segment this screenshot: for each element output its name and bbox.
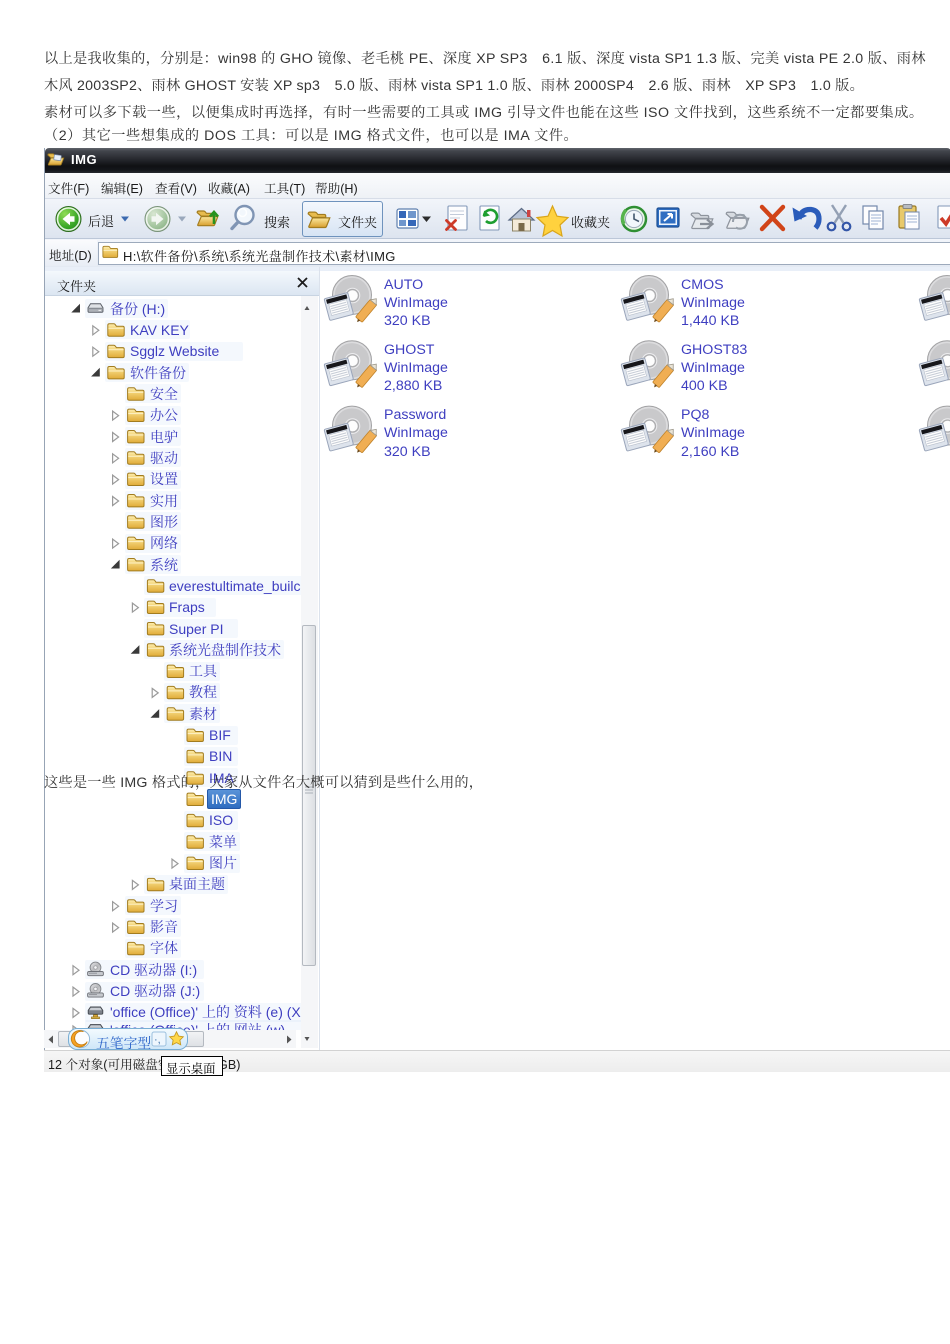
svg-text:·,: ·, xyxy=(154,1034,161,1046)
